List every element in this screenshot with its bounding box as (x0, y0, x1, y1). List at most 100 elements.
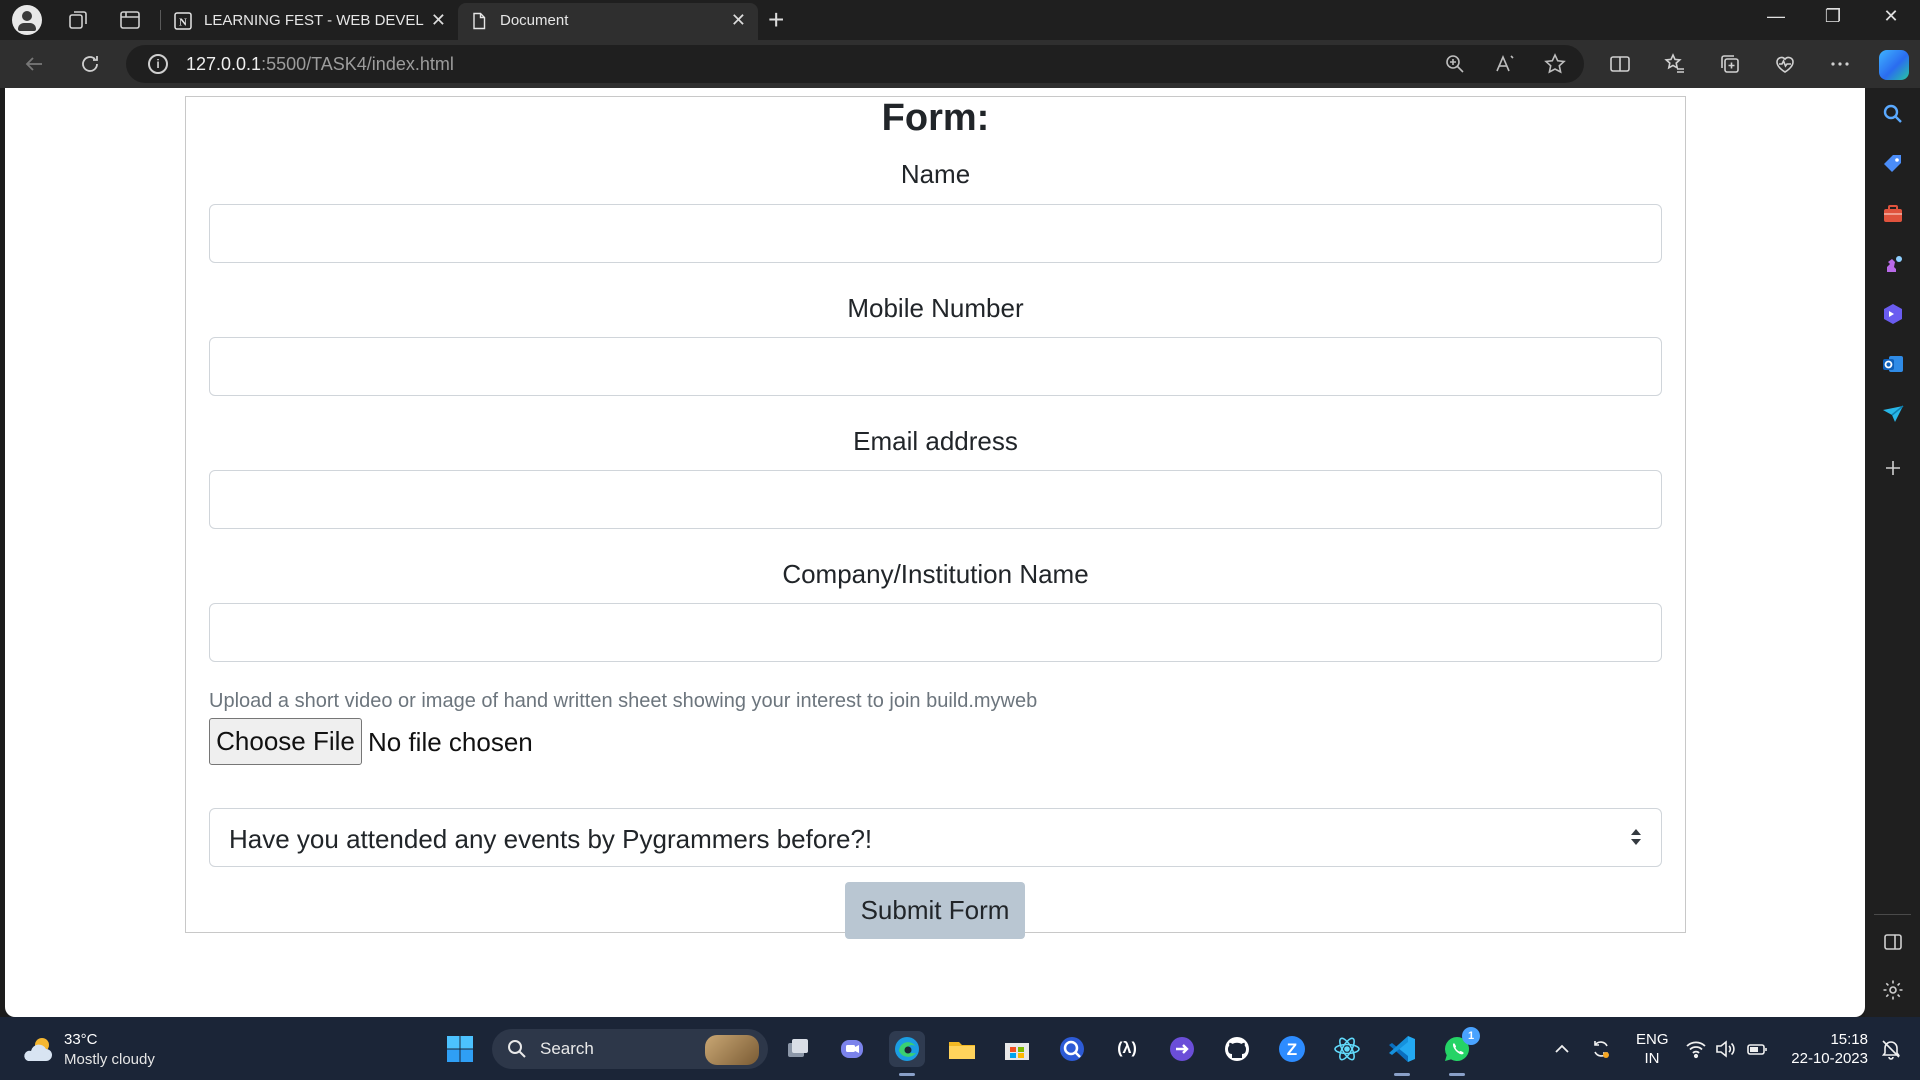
company-label: Company/Institution Name (782, 559, 1089, 589)
drop-send-icon[interactable] (1881, 402, 1905, 426)
mobile-number-label: Mobile Number (847, 293, 1024, 323)
windows-taskbar: 33°C Mostly cloudy Search (λ) Z 1 ENG IN… (0, 1017, 1920, 1080)
microsoft-365-icon[interactable] (1881, 302, 1905, 326)
language-indicator[interactable]: ENG IN (1636, 1030, 1669, 1068)
profile-avatar-icon[interactable] (12, 5, 42, 35)
name-input[interactable] (209, 204, 1662, 263)
page-viewport: Form: Name Mobile Number Email address C… (5, 88, 1865, 1017)
games-chess-icon[interactable] (1881, 252, 1905, 276)
system-clock[interactable]: 15:18 22-10-2023 (1770, 1030, 1868, 1068)
collections-icon[interactable] (1718, 52, 1742, 76)
volume-icon[interactable] (1714, 1038, 1736, 1060)
search-icon (506, 1038, 528, 1060)
weather-description: Mostly cloudy (64, 1051, 155, 1068)
name-label: Name (900, 159, 971, 189)
search-icon[interactable] (1881, 102, 1905, 126)
tab-separator (160, 10, 161, 30)
github-icon[interactable] (1219, 1031, 1255, 1067)
clock-date: 22-10-2023 (1791, 1050, 1868, 1067)
hide-sidebar-icon[interactable] (1881, 930, 1905, 954)
mobile-number-input[interactable] (209, 337, 1662, 396)
quick-assist-icon[interactable] (1054, 1031, 1090, 1067)
sync-icon[interactable] (1590, 1038, 1612, 1060)
submit-form-button[interactable]: Submit Form (845, 882, 1025, 939)
file-status: No file chosen (368, 727, 533, 757)
open-app-indicator (1449, 1073, 1465, 1076)
new-tab-button[interactable]: + (768, 4, 784, 36)
close-tab-icon[interactable]: ✕ (431, 10, 446, 31)
search-label: Search (540, 1039, 594, 1058)
notification-bell-icon[interactable] (1880, 1038, 1902, 1060)
email-input[interactable] (209, 470, 1662, 529)
select-arrows-icon (1629, 827, 1643, 847)
close-window-button[interactable]: ✕ (1868, 6, 1914, 27)
split-screen-icon[interactable] (1608, 52, 1632, 76)
favorites-icon[interactable] (1663, 52, 1687, 76)
whatsapp-icon[interactable]: 1 (1439, 1027, 1480, 1067)
chevron-up-icon[interactable] (1551, 1038, 1573, 1060)
vscode-icon[interactable] (1384, 1031, 1420, 1067)
battery-icon[interactable] (1746, 1038, 1768, 1060)
language-code: ENG (1636, 1031, 1669, 1048)
weather-cloud-icon[interactable] (20, 1035, 54, 1063)
site-info-icon[interactable]: i (148, 54, 168, 74)
shopping-tag-icon[interactable] (1881, 152, 1905, 176)
refresh-icon[interactable] (78, 52, 102, 76)
react-icon[interactable] (1329, 1031, 1365, 1067)
edge-browser-icon[interactable] (889, 1031, 925, 1067)
read-aloud-icon[interactable] (1493, 52, 1517, 76)
document-favicon-icon (470, 12, 488, 30)
outlook-icon[interactable] (1881, 352, 1905, 376)
browser-essentials-icon[interactable] (1773, 52, 1797, 76)
search-highlight-image (705, 1035, 759, 1065)
address-bar[interactable]: i 127.0.0.1:5500/TASK4/index.html (126, 45, 1584, 83)
company-input[interactable] (209, 603, 1662, 662)
svg-text:N: N (179, 17, 187, 29)
add-sidebar-app-icon[interactable] (1881, 456, 1905, 480)
zoom-icon[interactable] (1443, 52, 1467, 76)
edge-sidebar (1865, 88, 1920, 1017)
url-text: 127.0.0.1:5500/TASK4/index.html (186, 54, 454, 74)
notification-badge: 1 (1462, 1027, 1480, 1045)
back-arrow-icon[interactable] (22, 52, 46, 76)
settings-gear-icon[interactable] (1881, 978, 1905, 1002)
sidebar-divider (1874, 914, 1911, 915)
restore-button[interactable]: ❐ (1810, 6, 1856, 27)
microsoft-store-icon[interactable] (999, 1031, 1035, 1067)
region-code: IN (1644, 1050, 1660, 1067)
upload-hint: Upload a short video or image of hand wr… (209, 690, 1038, 712)
tools-briefcase-icon[interactable] (1881, 202, 1905, 226)
task-view-icon[interactable] (780, 1031, 816, 1067)
favorite-star-icon[interactable] (1543, 52, 1567, 76)
open-app-indicator (1394, 1073, 1410, 1076)
windows-start-icon[interactable] (446, 1035, 474, 1063)
minimize-button[interactable]: — (1753, 6, 1799, 27)
browser-toolbar: i 127.0.0.1:5500/TASK4/index.html (0, 40, 1920, 88)
more-options-icon[interactable] (1828, 52, 1852, 76)
teams-chat-icon[interactable] (834, 1031, 870, 1067)
clock-time: 15:18 (1830, 1031, 1868, 1048)
weather-temperature: 33°C (64, 1031, 98, 1048)
svg-text:Z: Z (1287, 1040, 1297, 1059)
choose-file-button[interactable]: Choose File (209, 718, 362, 765)
form-container: Form: Name Mobile Number Email address C… (185, 96, 1686, 939)
form-title: Form: (881, 97, 990, 139)
tab-document[interactable]: Document ✕ (458, 3, 758, 40)
file-explorer-icon[interactable] (944, 1031, 980, 1067)
taskbar-search-box[interactable]: Search (492, 1029, 768, 1069)
tab-actions-icon[interactable] (118, 8, 142, 32)
workspaces-icon[interactable] (66, 8, 90, 32)
tab-title: LEARNING FEST - WEB DEVELOPI (204, 12, 424, 29)
copilot-icon[interactable] (1879, 50, 1909, 80)
email-label: Email address (853, 426, 1018, 456)
notion-favicon-icon: N (174, 12, 192, 30)
close-tab-icon[interactable]: ✕ (731, 10, 746, 31)
events-select[interactable]: Have you attended any events by Pygramme… (209, 808, 1662, 867)
zoom-app-icon[interactable]: Z (1274, 1031, 1310, 1067)
tab-title: Document (500, 12, 569, 29)
tab-learning-fest[interactable]: N LEARNING FEST - WEB DEVELOPI ✕ (162, 3, 458, 40)
link-share-icon[interactable] (1164, 1031, 1200, 1067)
wifi-icon[interactable] (1685, 1038, 1707, 1060)
browser-title-bar: N LEARNING FEST - WEB DEVELOPI ✕ Documen… (0, 0, 1920, 40)
function-app-icon[interactable]: (λ) (1109, 1031, 1145, 1067)
